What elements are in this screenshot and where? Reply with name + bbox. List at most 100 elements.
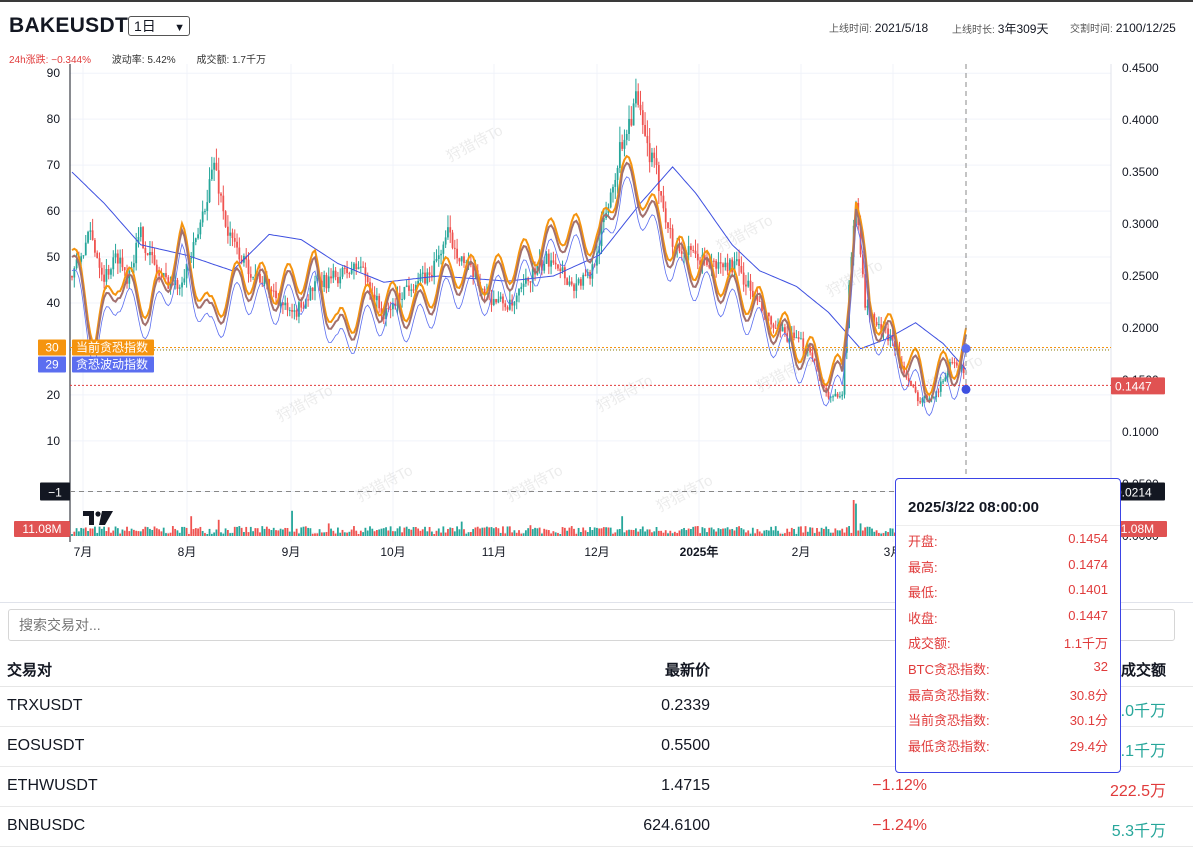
volume-bar <box>547 530 550 536</box>
interval-select[interactable]: 1日 ▼ <box>128 16 190 36</box>
listed-duration: 上线时长: 3年309天 <box>952 22 1049 36</box>
volume-bar <box>165 533 167 536</box>
volume-bar <box>94 526 96 536</box>
watermark-text: 狩猎侍To <box>274 382 336 426</box>
candle-body <box>435 258 438 261</box>
volume-bar <box>818 531 821 536</box>
volume-bar <box>229 533 232 536</box>
cell-volume: 222.5万 <box>1109 783 1166 800</box>
candle-body <box>110 269 112 275</box>
volume-bar <box>183 526 186 536</box>
volume-bar <box>174 528 177 536</box>
current-fear-label-tag: 当前贪恐指数 <box>72 339 154 356</box>
candle-body <box>793 332 795 338</box>
volume-bar <box>410 529 413 536</box>
candle-body <box>612 186 614 193</box>
candle-body <box>291 310 293 312</box>
volume-bar <box>341 529 344 536</box>
volume-bar <box>694 526 697 536</box>
volume-bar <box>265 526 268 536</box>
col-price[interactable]: 最新价 <box>665 659 710 680</box>
volume-bar <box>735 527 738 536</box>
candle-body <box>293 310 296 312</box>
candle-body <box>428 272 431 275</box>
candle-body <box>687 246 690 255</box>
volume-bar <box>240 527 243 536</box>
candle-body <box>84 242 87 256</box>
tooltip-row-value: 0.1401 <box>1068 582 1108 598</box>
volume-bar <box>149 528 151 536</box>
candle-body <box>758 300 761 302</box>
candle-body <box>836 393 839 398</box>
volume-bar <box>522 533 525 536</box>
candle-body <box>623 139 626 149</box>
candle-body <box>339 276 342 284</box>
candle-body <box>105 268 108 282</box>
col-pair[interactable]: 交易对 <box>7 659 52 680</box>
volume-bar <box>233 526 236 536</box>
volume-bar <box>486 526 488 536</box>
tooltip-row: 成交额: 1.1千万 <box>908 633 1108 653</box>
volume-bar <box>857 530 860 536</box>
volume-bar <box>421 529 424 536</box>
candle-body <box>220 193 222 196</box>
candle-body <box>153 255 156 265</box>
volume-bar <box>502 526 504 536</box>
volume-bar <box>123 530 126 536</box>
candle-body <box>222 195 225 212</box>
volume-bar <box>160 531 163 536</box>
volume-bar <box>226 530 229 536</box>
candle-body <box>442 244 445 254</box>
cell-pair: TRXUSDT <box>7 697 83 714</box>
fear-vol-label-tag-text: 贪恐波动指数 <box>76 357 148 372</box>
candle-body <box>284 302 287 306</box>
volume-bar <box>557 532 559 536</box>
volume-bar <box>194 528 197 536</box>
candle-body <box>94 239 96 253</box>
volume-bar <box>281 529 284 536</box>
tooltip-row-value: 0.1474 <box>1068 556 1108 572</box>
volume-bar <box>433 533 436 536</box>
candle-body <box>953 362 956 364</box>
left-crosshair-tag-text: −1 <box>48 485 62 499</box>
volume-bar <box>683 527 685 536</box>
candle-body <box>749 280 752 291</box>
candle-body <box>224 211 227 227</box>
volume-bar <box>474 527 477 536</box>
volume-bar <box>680 529 683 536</box>
x-tick-label: 8月 <box>178 545 197 559</box>
volume-bar <box>829 532 832 536</box>
candle-body <box>353 263 355 270</box>
candle-body <box>907 377 910 381</box>
candle-body <box>298 302 300 317</box>
candle-body <box>437 255 440 259</box>
volume-bar <box>754 533 757 536</box>
candle-body <box>158 273 161 276</box>
x-tick-label: 12月 <box>584 545 609 559</box>
candle-body <box>641 110 644 125</box>
volume-bar <box>848 526 850 536</box>
volume-bar <box>861 530 864 536</box>
volume-bar <box>279 528 282 536</box>
table-row[interactable]: BNBUSDC 624.6100 −1.24% 5.3千万 <box>0 807 1193 847</box>
left-tick-label: 60 <box>47 204 61 218</box>
volume-bar <box>596 527 598 536</box>
candle-body <box>238 247 241 260</box>
volume-bar <box>687 528 690 536</box>
candle-body <box>146 253 149 256</box>
volume-bar <box>355 530 358 536</box>
volume-bar <box>673 531 676 536</box>
table-row[interactable]: ETHWUSDT 1.4715 −1.12% 222.5万 <box>0 767 1193 807</box>
volume-bar <box>178 532 181 536</box>
col-volume[interactable]: 成交额 <box>1121 659 1166 680</box>
volume-bar <box>586 531 589 536</box>
candle-body <box>412 289 415 291</box>
candle-body <box>103 274 105 282</box>
volume-bar <box>662 532 665 536</box>
volume-bar <box>238 526 241 536</box>
volume-bar <box>80 527 83 536</box>
volume-bar <box>162 527 165 536</box>
candle-body <box>582 274 585 286</box>
moving-average-line <box>71 166 967 370</box>
volume-bar <box>728 529 731 536</box>
